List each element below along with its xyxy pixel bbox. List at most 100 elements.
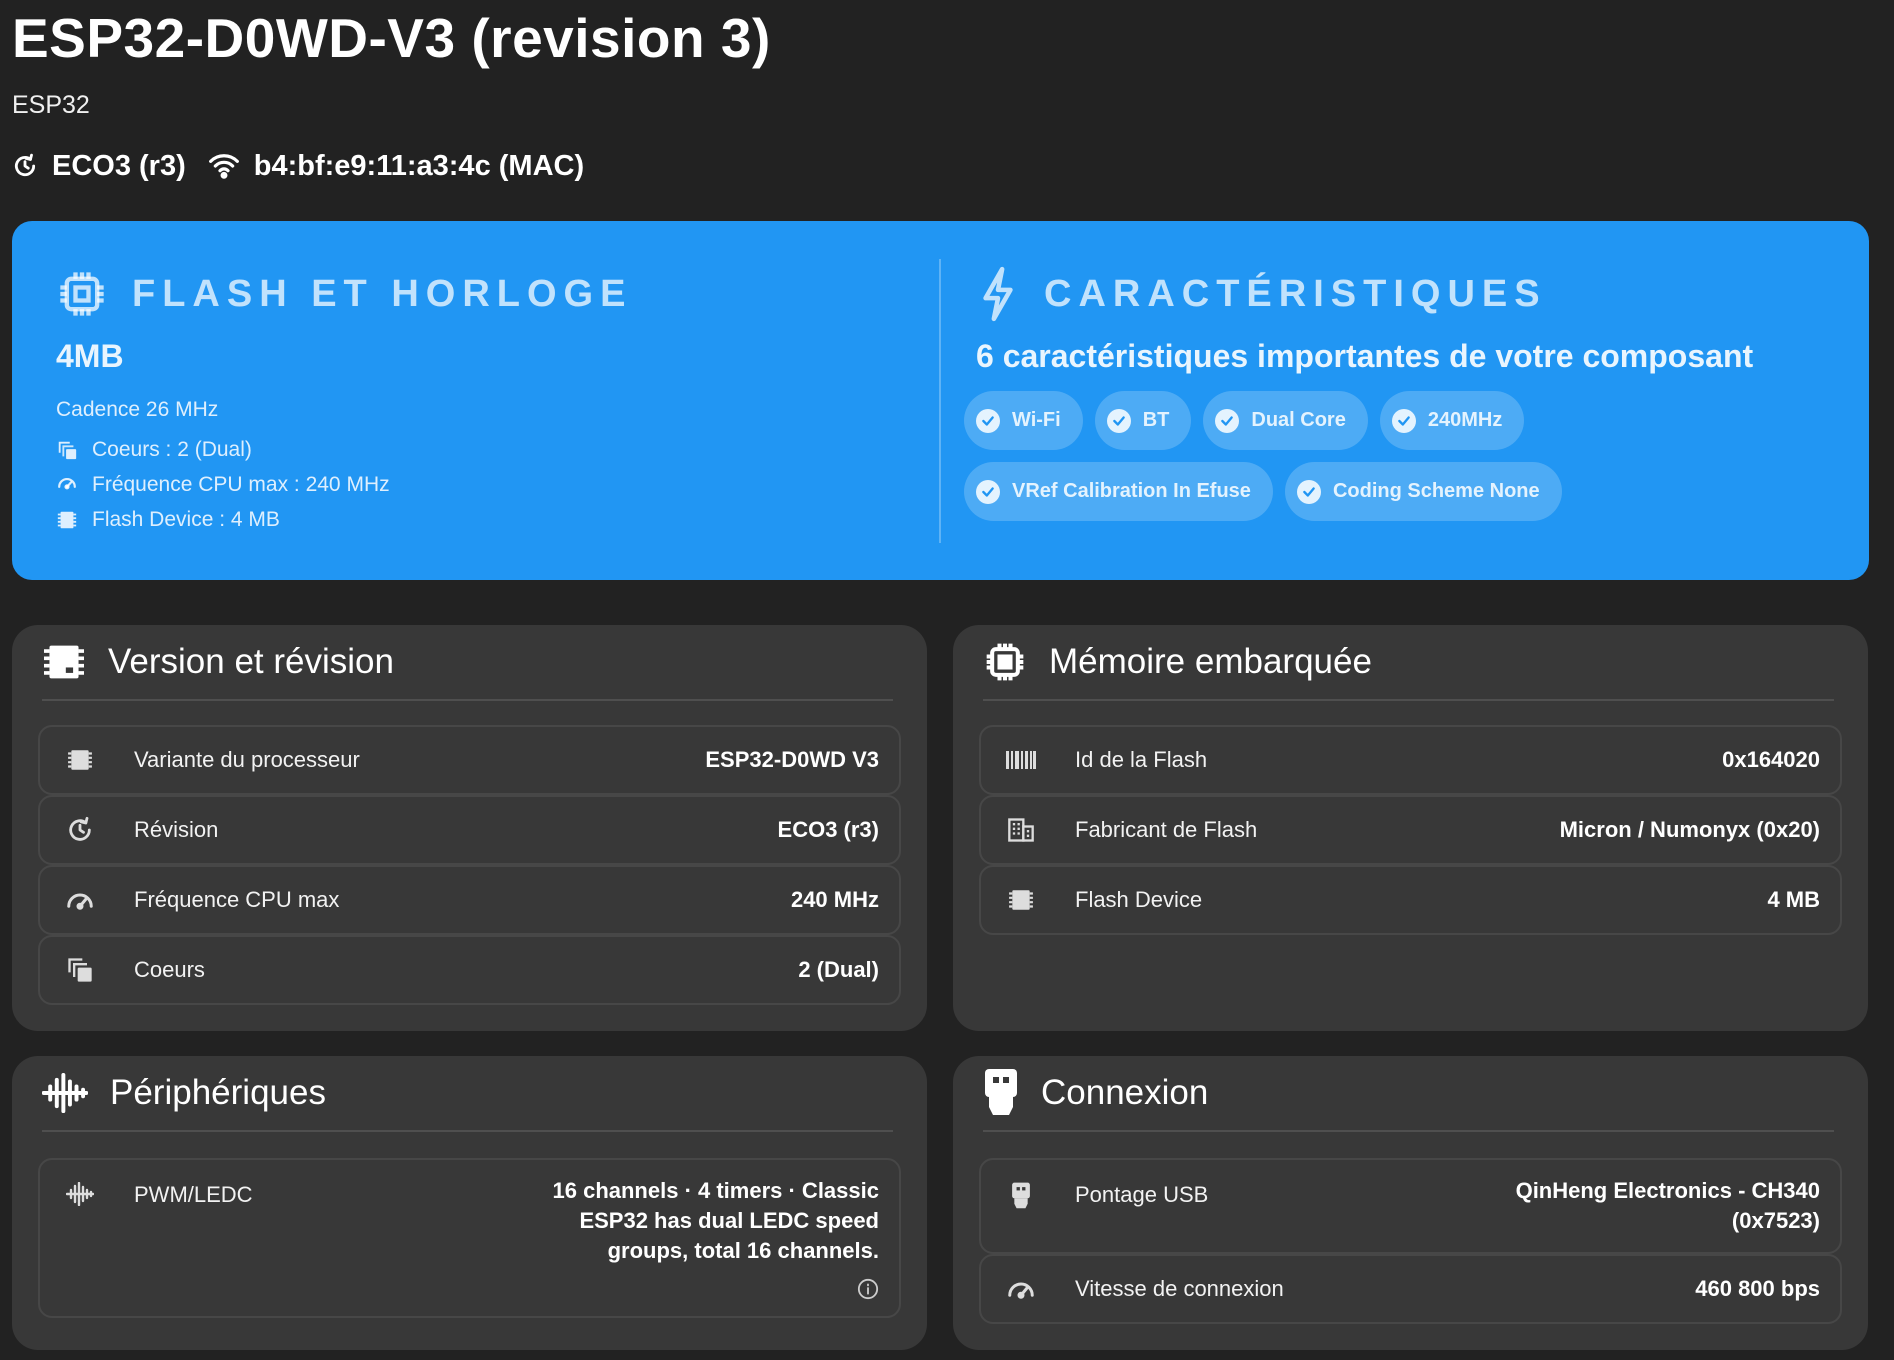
row-label: Id de la Flash — [1075, 747, 1208, 772]
peripherals-card-title: Périphériques — [110, 1073, 326, 1112]
table-row: Id de la Flash 0x164020 — [979, 725, 1842, 795]
row-value-line: groups, total 16 channels. — [607, 1238, 879, 1263]
row-label: Pontage USB — [1075, 1182, 1209, 1207]
memory-chip-icon — [56, 509, 78, 531]
check-icon — [976, 408, 1000, 433]
row-label: Flash Device — [1075, 887, 1203, 912]
row-label: Fabricant de Flash — [1075, 817, 1258, 842]
check-icon — [1296, 479, 1321, 504]
feature-chips: Wi-Fi BT Dual Core 240MHz VRef Calibrati… — [964, 391, 1844, 521]
info-icon[interactable] — [857, 1278, 879, 1300]
features-heading: CARACTÉRISTIQUES — [976, 263, 1856, 325]
flash-clock-list: Coeurs : 2 (Dual) Fréquence CPU max : 24… — [56, 432, 916, 537]
list-item-text: Flash Device : 4 MB — [92, 507, 280, 531]
row-value: 16 channels · 4 timers · Classic ESP32 h… — [553, 1176, 880, 1266]
waveform-icon — [60, 1182, 100, 1206]
flash-size-value: 4MB — [56, 338, 124, 374]
cores-icon — [60, 956, 100, 984]
row-value-line: ESP32 has dual LEDC speed — [579, 1208, 879, 1233]
table-row: Vitesse de connexion 460 800 bps — [979, 1254, 1842, 1324]
feature-chip-label: Coding Scheme None — [1332, 480, 1540, 502]
usb-icon — [983, 1069, 1019, 1117]
check-icon — [1215, 408, 1240, 433]
row-value: 4 MB — [1767, 887, 1820, 912]
flash-clock-heading-text: FLASH ET HORLOGE — [132, 272, 633, 315]
row-value-line: QinHeng Electronics - CH340 — [1515, 1178, 1820, 1203]
peripherals-rows: PWM/LEDC 16 channels · 4 timers · Classi… — [38, 1158, 901, 1318]
feature-chip: BT — [1094, 391, 1192, 450]
version-rows: Variante du processeur ESP32-D0WD V3 Rév… — [38, 725, 901, 1005]
row-label: PWM/LEDC — [134, 1182, 253, 1207]
speedometer-icon — [1001, 1275, 1041, 1303]
feature-chip-label: 240MHz — [1427, 409, 1503, 431]
cpu-icon — [56, 268, 108, 320]
wifi-icon — [208, 152, 240, 180]
peripherals-card-header: Périphériques — [42, 1056, 893, 1132]
row-value: Micron / Numonyx (0x20) — [1559, 817, 1820, 842]
header-meta: ECO3 (r3) b4:bf:e9:11:a3:4c (MAC) — [12, 148, 606, 184]
peripherals-card: Périphériques PWM/LEDC 16 channels · 4 t… — [12, 1056, 927, 1350]
feature-chip: Wi-Fi — [964, 391, 1083, 450]
memory-chip-icon — [42, 642, 86, 682]
clock-rate: Cadence 26 MHz — [56, 398, 219, 421]
row-label: Coeurs — [134, 957, 205, 982]
memory-card-title: Mémoire embarquée — [1049, 642, 1372, 681]
hero-divider — [939, 259, 941, 543]
table-row: Fréquence CPU max 240 MHz — [38, 865, 901, 935]
hero-banner: FLASH ET HORLOGE 4MB Cadence 26 MHz Coeu… — [12, 221, 1869, 580]
version-card-title: Version et révision — [108, 642, 394, 681]
row-value: 2 (Dual) — [798, 957, 879, 982]
mac-badge: b4:bf:e9:11:a3:4c (MAC) — [208, 150, 584, 183]
table-row: Révision ECO3 (r3) — [38, 795, 901, 865]
feature-chip-label: BT — [1142, 409, 1170, 431]
features-section: CARACTÉRISTIQUES 6 caractéristiques impo… — [964, 263, 1856, 521]
flash-clock-heading: FLASH ET HORLOGE — [56, 263, 916, 325]
table-row: Fabricant de Flash Micron / Numonyx (0x2… — [979, 795, 1842, 865]
revision-icon — [60, 816, 100, 844]
list-item: Flash Device : 4 MB — [56, 502, 916, 537]
table-row: Variante du processeur ESP32-D0WD V3 — [38, 725, 901, 795]
row-value: 460 800 bps — [1695, 1276, 1820, 1301]
row-value: QinHeng Electronics - CH340 (0x7523) — [1516, 1176, 1820, 1236]
row-value: ECO3 (r3) — [777, 817, 879, 842]
row-value: 0x164020 — [1722, 747, 1820, 772]
list-item-text: Coeurs : 2 (Dual) — [92, 437, 252, 461]
feature-chip-label: VRef Calibration In Efuse — [1012, 480, 1251, 502]
connection-card-title: Connexion — [1041, 1073, 1209, 1112]
list-item: Coeurs : 2 (Dual) — [56, 432, 916, 467]
revision-badge: ECO3 (r3) — [12, 150, 186, 183]
features-summary: 6 caractéristiques importantes de votre … — [976, 338, 1754, 374]
speedometer-icon — [56, 474, 78, 496]
speedometer-icon — [60, 886, 100, 914]
table-row: Coeurs 2 (Dual) — [38, 935, 901, 1005]
cores-icon — [56, 439, 78, 461]
connection-rows: Pontage USB QinHeng Electronics - CH340 … — [979, 1158, 1842, 1324]
check-icon — [1106, 408, 1131, 433]
check-icon — [1391, 408, 1416, 433]
connection-card-header: Connexion — [983, 1056, 1834, 1132]
table-row: Pontage USB QinHeng Electronics - CH340 … — [979, 1158, 1842, 1254]
waveform-icon — [42, 1073, 88, 1113]
revision-icon — [12, 153, 38, 179]
list-item-text: Fréquence CPU max : 240 MHz — [92, 472, 390, 496]
row-label: Variante du processeur — [134, 747, 360, 772]
cpu-icon — [983, 640, 1027, 684]
memory-card: Mémoire embarquée Id de la Flash 0x16402… — [953, 625, 1868, 1031]
feature-chip-label: Dual Core — [1251, 409, 1346, 431]
factory-icon — [1001, 817, 1041, 843]
page-subtitle: ESP32 — [12, 91, 90, 119]
memory-chip-icon — [1001, 888, 1041, 912]
check-icon — [976, 479, 1000, 504]
connection-card: Connexion Pontage USB QinHeng Electronic… — [953, 1056, 1868, 1350]
feature-chip: 240MHz — [1379, 391, 1525, 450]
feature-chip: VRef Calibration In Efuse — [964, 462, 1273, 521]
row-value-line: (0x7523) — [1731, 1208, 1820, 1233]
mac-badge-text: b4:bf:e9:11:a3:4c (MAC) — [253, 149, 585, 182]
revision-badge-text: ECO3 (r3) — [52, 149, 186, 182]
row-value: 240 MHz — [790, 887, 879, 912]
feature-chip-label: Wi-Fi — [1012, 409, 1061, 431]
usb-icon — [1001, 1182, 1041, 1210]
lightning-icon — [976, 265, 1020, 323]
version-card: Version et révision Variante du processe… — [12, 625, 927, 1031]
list-item: Fréquence CPU max : 240 MHz — [56, 467, 916, 502]
